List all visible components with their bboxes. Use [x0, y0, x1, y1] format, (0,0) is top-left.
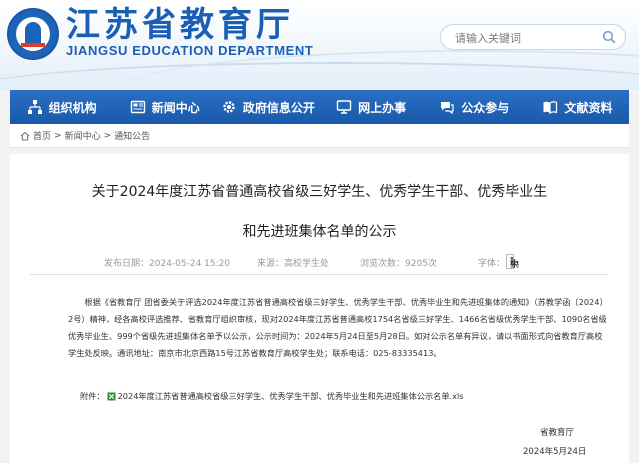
- breadcrumb-separator: >: [54, 130, 62, 141]
- article-source: 来源：高校学生处: [257, 259, 330, 269]
- org-chart-icon: [27, 100, 42, 114]
- site-subtitle: JIANGSU EDUCATION DEPARTMENT: [66, 43, 314, 58]
- book-icon: [543, 101, 558, 115]
- emblem-logo-icon[interactable]: [7, 8, 59, 60]
- nav-item-label: 网上办事: [358, 100, 407, 115]
- nav-item-news[interactable]: 新闻中心: [113, 90, 216, 124]
- article-title-line: 关于2024年度江苏省普通高校省级三好学生、优秀学生干部、优秀毕业生: [91, 184, 548, 200]
- search-icon[interactable]: [602, 30, 616, 44]
- site-header: 江苏省教育厅 JIANGSU EDUCATION DEPARTMENT 请输入关…: [0, 0, 639, 90]
- nav-item-online-service[interactable]: 网上办事: [320, 90, 423, 124]
- chat-icon: [441, 102, 454, 115]
- signature-date: 2024年5月24日: [523, 447, 587, 457]
- home-icon: [20, 131, 30, 141]
- attachment-row: 附件： 2024年度江苏省普通高校省级三好学生、优秀学生干部、优秀毕业生和先进班…: [80, 390, 464, 402]
- signature: 省教育厅: [540, 428, 575, 438]
- breadcrumb-separator: >: [103, 130, 112, 141]
- font-size-label: 字体：: [478, 259, 506, 269]
- breadcrumb-home[interactable]: 首页: [33, 129, 51, 142]
- nav-item-label: 政府信息公开: [242, 100, 315, 115]
- nav-item-org[interactable]: 组织机构: [10, 90, 113, 124]
- attachment-link[interactable]: 2024年度江苏省普通高校省级三好学生、优秀学生干部、优秀毕业生和先进班集体公示…: [118, 390, 464, 402]
- news-icon: [130, 100, 145, 114]
- font-size-switcher: [ 大 中 小 ]: [506, 254, 519, 270]
- monitor-icon: [336, 100, 352, 114]
- nav-item-gov-info[interactable]: 政府信息公开: [216, 90, 319, 124]
- nav-item-label: 新闻中心: [151, 100, 200, 115]
- attachment-label: 附件：: [80, 391, 105, 401]
- breadcrumb: 首页 > 新闻中心 > 通知公告: [10, 124, 629, 148]
- nav-item-label: 公众参与: [461, 100, 510, 115]
- font-size-bracket: ]: [510, 257, 514, 267]
- article-title: 关于2024年度江苏省普通高校省级三好学生、优秀学生干部、优秀毕业生 和先进班集…: [10, 172, 629, 252]
- view-count: 浏览次数：9205次: [360, 259, 437, 269]
- article-title-line: 和先进班集体名单的公示: [242, 224, 397, 240]
- main-nav: 组织机构 新闻中心 政府信息公开 网上办事 公众参与 文献资料: [10, 90, 629, 124]
- nav-item-literature[interactable]: 文献资料: [526, 90, 629, 124]
- excel-file-icon: [107, 392, 116, 400]
- meta-divider: [30, 274, 609, 275]
- nav-item-label: 文献资料: [564, 100, 613, 115]
- nav-item-label: 组织机构: [48, 100, 97, 115]
- article-panel: 关于2024年度江苏省普通高校省级三好学生、优秀学生干部、优秀毕业生 和先进班集…: [10, 154, 629, 463]
- article-paragraph: 根据《省教育厅 团省委关于评选2024年度江苏省普通高校省级三好学生、优秀学生干…: [68, 297, 608, 358]
- article-body: 根据《省教育厅 团省委关于评选2024年度江苏省普通高校省级三好学生、优秀学生干…: [68, 294, 608, 362]
- nav-item-participation[interactable]: 公众参与: [423, 90, 526, 124]
- article-meta: 发布日期：2024-05-24 15:20 来源：高校学生处 浏览次数：9205…: [10, 254, 629, 272]
- publish-date: 发布日期：2024-05-24 15:20: [104, 259, 231, 269]
- search-box[interactable]: 请输入关键词: [440, 24, 626, 50]
- search-input[interactable]: 请输入关键词: [455, 30, 521, 46]
- gear-icon: [223, 101, 235, 113]
- site-title[interactable]: 江苏省教育厅: [66, 4, 294, 46]
- breadcrumb-news-center[interactable]: 新闻中心: [65, 129, 101, 142]
- breadcrumb-notices[interactable]: 通知公告: [114, 129, 150, 142]
